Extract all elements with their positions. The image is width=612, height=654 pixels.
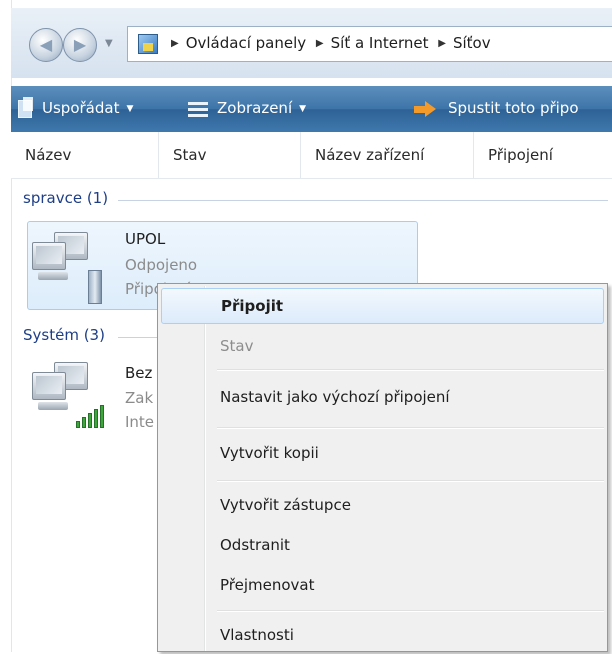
views-icon bbox=[188, 102, 208, 118]
forward-button[interactable]: ▶ bbox=[63, 28, 97, 62]
menu-item-label: Vlastnosti bbox=[220, 626, 294, 644]
address-bar: ◀ ▶ ▼ ▶ Ovládací panely ▶ Síť a Internet ▶… bbox=[11, 8, 612, 78]
breadcrumb-separator-icon[interactable]: ▶ bbox=[438, 38, 446, 49]
connection-name: Bez bbox=[125, 364, 153, 382]
breadcrumb-item-control-panel[interactable]: Ovládací panely bbox=[186, 34, 306, 52]
menu-item-create-shortcut[interactable]: Vytvořit zástupce bbox=[161, 488, 604, 524]
group-divider bbox=[118, 337, 158, 338]
breadcrumb-separator-icon[interactable]: ▶ bbox=[171, 38, 179, 49]
column-headers: Název Stav Název zařízení Připojení bbox=[11, 132, 612, 179]
menu-item-delete[interactable]: Odstranit bbox=[161, 528, 604, 564]
breadcrumb[interactable]: ▶ Ovládací panely ▶ Síť a Internet ▶ Síťov bbox=[127, 26, 612, 62]
connection-detail: Inte bbox=[125, 413, 155, 431]
breadcrumb-separator-icon[interactable]: ▶ bbox=[316, 38, 324, 49]
start-connection-label: Spustit toto připo bbox=[448, 99, 579, 117]
start-connection-icon bbox=[414, 101, 436, 117]
menu-item-properties[interactable]: Vlastnosti bbox=[161, 618, 604, 654]
back-arrow-icon: ◀ bbox=[39, 35, 53, 54]
control-panel-icon bbox=[138, 34, 158, 54]
views-button[interactable]: Zobrazení ▼ bbox=[217, 99, 306, 117]
views-label: Zobrazení bbox=[217, 99, 293, 117]
menu-item-label: Vytvořit zástupce bbox=[220, 496, 351, 514]
dialup-modem-icon bbox=[88, 270, 102, 304]
group-header-system[interactable]: Systém (3) bbox=[23, 326, 105, 344]
organize-icon bbox=[18, 97, 33, 118]
forward-arrow-icon: ▶ bbox=[73, 35, 87, 54]
menu-item-label: Odstranit bbox=[220, 536, 290, 554]
connection-name: UPOL bbox=[125, 230, 166, 248]
menu-separator bbox=[217, 369, 604, 371]
connection-status: Zak bbox=[125, 389, 154, 407]
start-connection-button[interactable]: Spustit toto připo bbox=[448, 99, 579, 117]
menu-item-connect[interactable]: Připojit bbox=[161, 288, 604, 324]
recent-pages-dropdown[interactable]: ▼ bbox=[105, 38, 113, 49]
breadcrumb-item-network-internet[interactable]: Síť a Internet bbox=[331, 34, 429, 52]
back-button[interactable]: ◀ bbox=[29, 28, 63, 62]
menu-separator bbox=[217, 480, 604, 482]
connection-status: Odpojeno bbox=[125, 256, 198, 274]
menu-separator bbox=[217, 610, 604, 612]
menu-item-rename[interactable]: Přejmenovat bbox=[161, 568, 604, 604]
command-bar: Uspořádat ▼ Zobrazení ▼ Spustit toto připo bbox=[11, 86, 612, 132]
breadcrumb-path: ▶ Ovládací panely ▶ Síť a Internet ▶ Síťov bbox=[166, 34, 491, 52]
menu-separator bbox=[217, 427, 604, 429]
menu-item-label: Vytvořit kopii bbox=[220, 444, 319, 462]
chevron-down-icon: ▼ bbox=[299, 104, 307, 114]
menu-item-label: Nastavit jako výchozí připojení bbox=[220, 388, 450, 406]
menu-item-label: Připojit bbox=[221, 297, 284, 315]
organize-label: Uspořádat bbox=[42, 99, 120, 117]
group-divider bbox=[118, 200, 608, 201]
explorer-window: ◀ ▶ ▼ ▶ Ovládací panely ▶ Síť a Internet ▶… bbox=[0, 0, 612, 652]
menu-item-set-default[interactable]: Nastavit jako výchozí připojení bbox=[161, 380, 604, 416]
breadcrumb-item-network-connections[interactable]: Síťov bbox=[453, 34, 491, 52]
menu-item-status[interactable]: Stav bbox=[161, 329, 604, 365]
column-header-name[interactable]: Název bbox=[11, 132, 158, 178]
organize-button[interactable]: Uspořádat ▼ bbox=[42, 99, 133, 117]
wireless-signal-icon bbox=[76, 404, 106, 428]
column-header-device-name[interactable]: Název zařízení bbox=[300, 132, 473, 178]
menu-item-create-copy[interactable]: Vytvořit kopii bbox=[161, 436, 604, 472]
group-header-spravce[interactable]: spravce (1) bbox=[23, 189, 108, 207]
menu-item-label: Přejmenovat bbox=[220, 576, 315, 594]
column-header-connection[interactable]: Připojení bbox=[473, 132, 612, 178]
context-menu: Připojit Stav Nastavit jako výchozí přip… bbox=[157, 283, 608, 652]
menu-item-label: Stav bbox=[220, 337, 254, 355]
column-header-status[interactable]: Stav bbox=[158, 132, 300, 178]
chevron-down-icon: ▼ bbox=[126, 104, 134, 114]
